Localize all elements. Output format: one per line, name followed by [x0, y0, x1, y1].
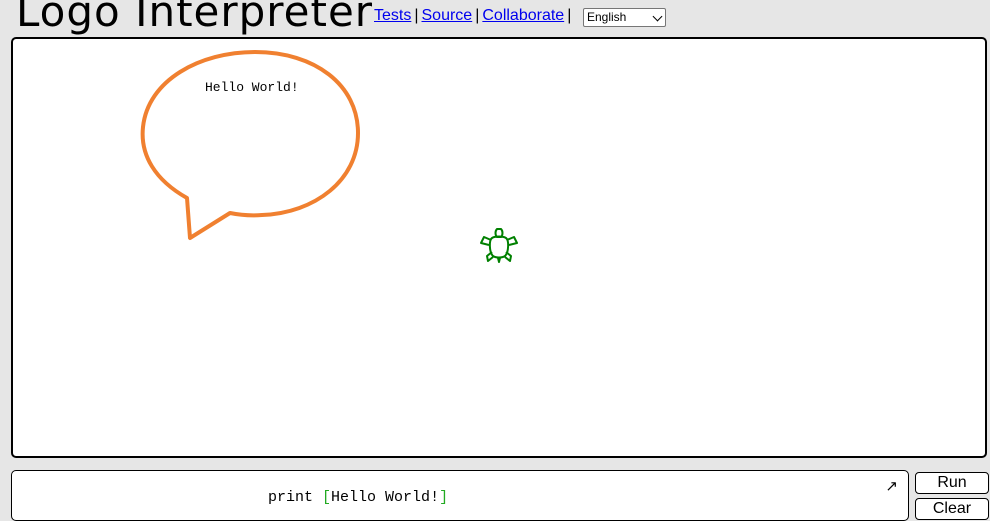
clear-button[interactable]: Clear	[915, 498, 989, 520]
run-button[interactable]: Run	[915, 472, 989, 494]
separator: |	[414, 7, 419, 24]
nav-links: Tests | Source | Collaborate |	[374, 6, 574, 26]
turtle-canvas[interactable]	[11, 37, 987, 458]
code-close-bracket: ]	[439, 489, 449, 506]
expand-icon[interactable]: ↗	[885, 477, 898, 495]
code-content: Hello World!	[331, 489, 440, 506]
language-select[interactable]: English	[583, 8, 666, 27]
speech-bubble-text: Hello World!	[205, 80, 299, 95]
code-keyword: print	[268, 489, 314, 506]
code-editor[interactable]: print [Hello World!] ↗	[11, 470, 909, 521]
language-select-value: English	[587, 10, 627, 24]
code-open-bracket: [	[322, 489, 332, 506]
chevron-down-icon	[652, 11, 663, 22]
header: Logo Interpreter Tests | Source | Collaborat…	[0, 0, 990, 36]
separator: |	[567, 7, 572, 24]
collaborate-link[interactable]: Collaborate	[482, 7, 564, 24]
source-link[interactable]: Source	[422, 7, 473, 24]
code-line[interactable]: print [Hello World!]	[268, 489, 448, 506]
page-title: Logo Interpreter	[16, 0, 374, 36]
tests-link[interactable]: Tests	[374, 7, 411, 24]
separator: |	[475, 7, 480, 24]
